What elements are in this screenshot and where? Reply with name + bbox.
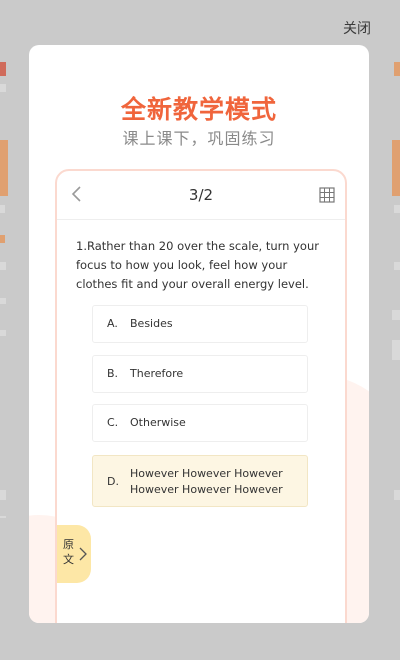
background-fragment [0, 84, 6, 92]
option-text: Besides [130, 317, 173, 330]
source-tab-label: 原文 [63, 538, 74, 566]
option-text: Otherwise [130, 416, 186, 429]
background-fragment [0, 490, 6, 500]
close-button[interactable]: 关闭 [343, 18, 371, 38]
background-fragment [394, 62, 400, 76]
option-c[interactable]: C. Otherwise [92, 404, 308, 442]
option-text-line-1: However However However [130, 467, 283, 480]
chevron-right-icon [79, 547, 87, 561]
answer-sheet-grid-icon[interactable] [319, 187, 335, 203]
background-fragment [0, 235, 5, 243]
background-fragment [0, 140, 8, 196]
background-fragment [394, 490, 400, 500]
option-d[interactable]: D. However However However However Howev… [92, 455, 308, 507]
background-fragment [0, 262, 6, 270]
question-text: 1.Rather than 20 over the scale, turn yo… [76, 239, 319, 291]
background-fragment [0, 205, 5, 213]
background-fragment [392, 140, 400, 196]
option-letter: C. [107, 416, 119, 429]
option-letter: A. [107, 317, 118, 330]
background-fragment [0, 62, 6, 76]
promo-subtitle: 课上课下，巩固练习 [122, 129, 276, 148]
option-a[interactable]: A. Besides [92, 305, 308, 343]
background-fragment [392, 310, 400, 320]
source-text-tab[interactable]: 原文 [57, 525, 91, 583]
page-indicator: 3/2 [188, 186, 214, 204]
background-fragment [394, 205, 400, 213]
option-letter: B. [107, 367, 119, 380]
background-fragment [394, 262, 400, 270]
option-letter: D. [107, 475, 119, 488]
background-fragment [0, 298, 6, 304]
phone-mockup: 3/2 1.Rather than 20 over the scale, tur… [55, 169, 347, 623]
promo-title: 全新教学模式 [120, 95, 277, 124]
background-fragment [392, 340, 400, 360]
background-fragment [0, 516, 6, 518]
promo-card: 全新教学模式 课上课下，巩固练习 3/2 1.Rather than 20 ov… [29, 45, 369, 623]
option-b[interactable]: B. Therefore [92, 355, 308, 393]
phone-header: 3/2 [57, 171, 345, 220]
option-text: Therefore [130, 367, 184, 380]
option-text-line-2: However However However [130, 483, 283, 496]
background-fragment [0, 330, 6, 336]
